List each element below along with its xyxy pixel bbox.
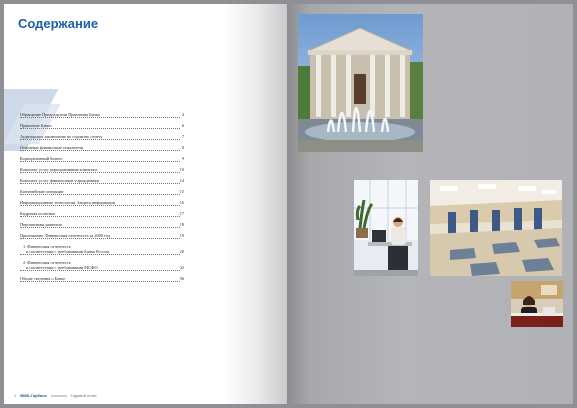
toc-page-number: 14	[179, 178, 184, 183]
toc-page-number: 56	[179, 276, 184, 281]
toc-item: Основные финансовые показатели 8	[20, 145, 184, 151]
office-worker-photo	[354, 180, 418, 276]
toc-page-number: 19	[179, 233, 184, 238]
toc-item: Комплекс услуг корпоративным клиентам 10	[20, 167, 184, 173]
toc-item: Перспективы развития 18	[20, 222, 184, 228]
building-photo	[298, 14, 423, 152]
toc-item: Обращение Председателя Правления Банка 4	[20, 112, 184, 118]
toc-item-text: Общие сведения о Банке	[20, 276, 66, 281]
toc-item: Казначейские операции 15	[20, 189, 184, 195]
toc-item-text: Правление Банка	[20, 123, 52, 128]
toc-item: Аудиторское заключение по годовому отчет…	[20, 134, 184, 140]
left-page: Содержание Обращение Председателя Правле…	[4, 4, 287, 404]
toc-item-text: Корпоративный бизнес	[20, 156, 63, 161]
bank-hall-photo	[430, 180, 562, 276]
document-spread: Содержание Обращение Председателя Правле…	[0, 0, 577, 408]
clerk-photo	[511, 281, 563, 327]
toc-item-text: Комплекс услуг корпоративным клиентам	[20, 167, 97, 172]
toc-item-text: Приложение. Финансовая отчетность за 200…	[20, 233, 110, 238]
toc-page-number: 17	[179, 211, 184, 216]
toc-item-text: Казначейские операции	[20, 189, 64, 194]
toc-page-number: 4	[181, 112, 184, 117]
toc-item-text: Перспективы развития	[20, 222, 62, 227]
toc-page-number: 20	[179, 249, 184, 254]
bank-name: ВМБ-Гарбанк	[20, 393, 47, 398]
toc-item: Комплекс услуг финансовым учреждениям 14	[20, 178, 184, 184]
toc-page-number: 15	[179, 189, 184, 194]
toc-page-number: 10	[179, 167, 184, 172]
toc-item: Корпоративный бизнес 9	[20, 156, 184, 162]
toc-page-number: 16	[179, 200, 184, 205]
toc-item-text: Обращение Председателя Правления Банка	[20, 112, 100, 117]
footer-divider	[50, 394, 67, 397]
report-name: Годовой отчет	[70, 393, 97, 398]
toc-item: Кадровая политика 17	[20, 211, 184, 217]
toc-sub-item: 1. Финансовая отчетность в соответствии с…	[20, 244, 184, 255]
page-number: 2	[14, 393, 17, 398]
right-page	[287, 4, 573, 404]
table-of-contents: Обращение Председателя Правления Банка 4 П…	[20, 112, 184, 282]
page-footer: 2 ВМБ-Гарбанк Годовой отчет	[14, 393, 97, 398]
toc-item: Информационные технологии. Защита информ…	[20, 200, 184, 206]
toc-item-text: Комплекс услуг финансовым учреждениям	[20, 178, 100, 183]
toc-item-text: Информационные технологии. Защита информ…	[20, 200, 115, 205]
toc-sub-item: 2. Финансовая отчетность в соответствии с…	[20, 260, 184, 271]
toc-page-number: 32	[179, 265, 184, 270]
toc-page-number: 18	[179, 222, 184, 227]
toc-page-number: 7	[181, 134, 184, 139]
toc-item-text: Основные финансовые показатели	[20, 145, 84, 150]
toc-sub-line2: в соответствии с требованиями Банка Росс…	[26, 249, 109, 254]
toc-item: Правление Банка 6	[20, 123, 184, 129]
page-title: Содержание	[18, 16, 99, 31]
toc-item: Приложение. Финансовая отчетность за 200…	[20, 233, 184, 239]
toc-item: Общие сведения о Банке 56	[20, 276, 184, 282]
toc-page-number: 8	[181, 145, 184, 150]
toc-page-number: 9	[181, 156, 184, 161]
toc-item-text: Кадровая политика	[20, 211, 56, 216]
toc-item-text: Аудиторское заключение по годовому отчет…	[20, 134, 103, 139]
toc-sub-line2: в соответствии с требованиями МСФО	[26, 265, 98, 270]
toc-page-number: 6	[181, 123, 184, 128]
